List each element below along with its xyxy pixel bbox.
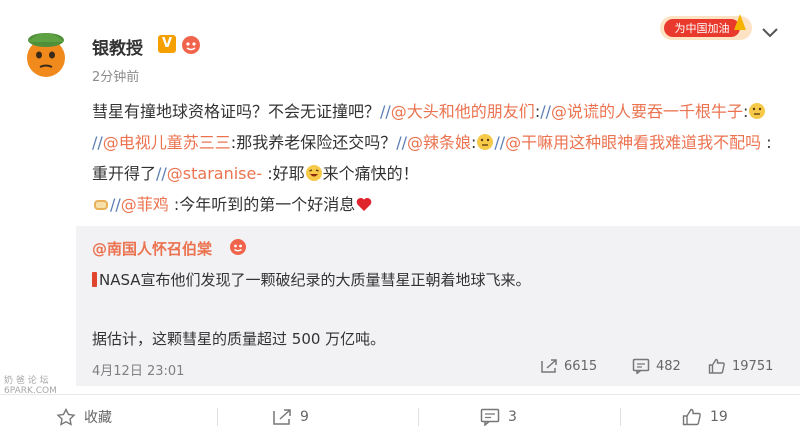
share-count: 6615 <box>564 358 598 374</box>
comment-button[interactable]: 3 <box>480 402 517 432</box>
separator: // <box>494 133 506 152</box>
repost-button[interactable]: 9 <box>272 402 309 432</box>
repost-text: NASA宣布他们发现了一颗破纪录的大质量彗星正朝着地球飞来。 <box>92 269 531 290</box>
mention-link[interactable]: @说谎的人要吞一千根牛子 <box>551 102 743 121</box>
separator: // <box>92 133 103 152</box>
share-icon <box>273 409 291 425</box>
exclamation-icon <box>92 272 97 287</box>
content-text: :好耶 <box>262 164 305 183</box>
separator: // <box>540 102 551 121</box>
mention-link[interactable]: @电视儿童苏三三 <box>103 133 231 152</box>
content-text: :今年听到的第一个好消息 <box>168 195 356 214</box>
comment-icon <box>480 408 500 426</box>
divider <box>418 408 419 426</box>
repost-count: 9 <box>300 409 309 425</box>
like-button[interactable]: 19 <box>682 402 728 432</box>
content-text: 彗星有撞地球资格证吗？不会无证撞吧？ <box>92 102 381 121</box>
separator: // <box>396 133 407 152</box>
post-content: 彗星有撞地球资格证吗？不会无证撞吧？//@大头和他的朋友们://@说谎的人要吞一… <box>92 96 772 220</box>
laugh-emoji-icon <box>305 165 322 181</box>
content-text: :那我养老保险还交吗？ <box>230 133 397 152</box>
username[interactable]: 银教授 <box>92 34 143 59</box>
watermark: 奶 爸 论 坛 6PARK.COM <box>4 376 57 396</box>
like-count: 19751 <box>732 358 774 374</box>
weibo-post: 银教授 V 2分钟前 为中国加油 彗星有撞地球资格证吗？不会无证撞吧？//@大头… <box>0 0 800 441</box>
divider <box>0 394 800 395</box>
watermark-line: 奶 爸 论 坛 <box>4 376 49 386</box>
repost-text-line: 据估计，这颗彗星的质量超过 500 万亿吨。 <box>92 330 386 348</box>
like-icon <box>682 408 701 426</box>
heart-icon <box>356 197 372 211</box>
thinking-emoji-icon <box>477 134 494 150</box>
content-text: 来个痛快的！ <box>322 164 419 183</box>
comment-icon <box>632 358 650 374</box>
thinking-emoji-icon <box>749 103 766 119</box>
separator: // <box>380 102 391 121</box>
separator: // <box>110 195 121 214</box>
chevron-down-icon[interactable] <box>760 26 780 40</box>
share-icon <box>541 359 557 373</box>
repost-like-count[interactable]: 19751 <box>708 358 773 374</box>
comment-count: 482 <box>656 358 681 374</box>
divider <box>620 408 621 426</box>
favorite-button[interactable]: 收藏 <box>56 402 112 432</box>
repost-comment-count[interactable]: 482 <box>632 358 681 374</box>
banner-text: 为中国加油 <box>675 21 730 35</box>
mention-link[interactable]: @辣条娘 <box>407 133 471 152</box>
favorite-label: 收藏 <box>84 410 112 426</box>
fan-badge-icon <box>230 239 246 255</box>
bread-emoji-icon <box>94 200 108 210</box>
repost-date[interactable]: 4月12日 23:01 <box>92 360 184 379</box>
mention-link[interactable]: @staranise- <box>167 164 262 183</box>
fan-badge-icon[interactable] <box>180 33 202 55</box>
post-time[interactable]: 2分钟前 <box>92 66 139 85</box>
mention-link[interactable]: @干嘛用这种眼神看我难道我不配吗 <box>505 133 761 152</box>
divider <box>217 408 218 426</box>
verified-icon: V <box>158 35 176 53</box>
comment-count: 3 <box>508 409 517 425</box>
like-count: 19 <box>710 409 728 425</box>
repost-username[interactable]: @南国人怀召伯棠 <box>92 238 212 259</box>
avatar[interactable] <box>18 24 74 80</box>
repost-card[interactable]: @南国人怀召伯棠 NASA宣布他们发现了一颗破纪录的大质量彗星正朝着地球飞来。 … <box>76 226 800 386</box>
mention-link[interactable]: @菲鸡 <box>121 195 169 214</box>
campaign-banner: 为中国加油 <box>660 14 752 40</box>
favorite-icon <box>56 408 76 426</box>
repost-share-count[interactable]: 6615 <box>540 358 597 374</box>
like-icon <box>708 358 725 374</box>
mention-link[interactable]: @大头和他的朋友们 <box>391 102 535 121</box>
separator: // <box>156 164 167 183</box>
repost-text-line: NASA宣布他们发现了一颗破纪录的大质量彗星正朝着地球飞来。 <box>99 271 531 289</box>
